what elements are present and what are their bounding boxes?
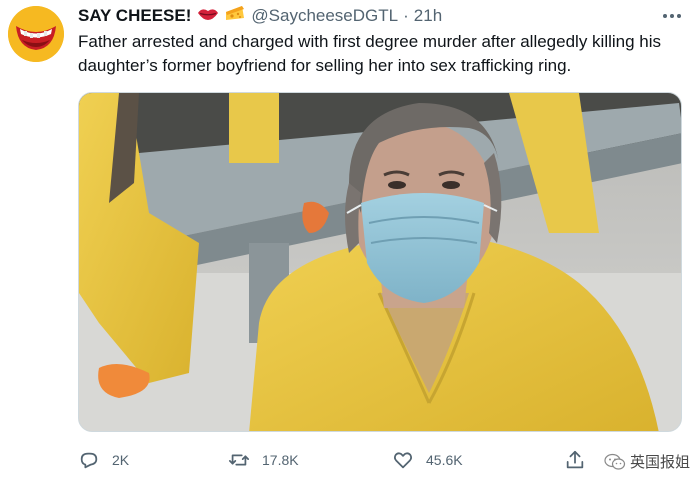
say-cheese-logo-icon xyxy=(8,6,64,62)
wechat-icon xyxy=(604,453,626,470)
reply-button[interactable]: 2K xyxy=(78,446,129,474)
separator-dot: · xyxy=(403,6,409,25)
avatar[interactable] xyxy=(8,6,64,62)
more-options-button[interactable] xyxy=(660,6,684,26)
tweet: SAY CHEESE! @SaycheeseDGTL · 21h Father … xyxy=(0,0,700,480)
reply-icon xyxy=(80,452,98,469)
handle[interactable]: @SaycheeseDGTL xyxy=(251,4,398,28)
retweet-count: 17.8K xyxy=(262,452,299,468)
share-icon xyxy=(566,450,584,469)
watermark: 英国报姐 xyxy=(604,451,690,472)
lips-icon xyxy=(197,4,219,28)
tweet-photo[interactable] xyxy=(78,92,682,432)
like-button[interactable]: 45.6K xyxy=(392,446,463,474)
more-icon xyxy=(663,14,681,18)
cheese-icon xyxy=(225,4,245,29)
tweet-header: SAY CHEESE! @SaycheeseDGTL · 21h xyxy=(78,4,442,28)
tweet-text: Father arrested and charged with first d… xyxy=(78,32,662,75)
photo-illustration xyxy=(79,93,681,431)
watermark-text: 英国报姐 xyxy=(629,454,690,471)
heart-icon xyxy=(393,452,413,469)
like-count: 45.6K xyxy=(426,452,463,468)
share-button[interactable] xyxy=(564,446,586,474)
retweet-icon xyxy=(228,454,250,466)
timestamp[interactable]: 21h xyxy=(414,4,442,28)
display-name[interactable]: SAY CHEESE! xyxy=(78,4,191,28)
retweet-button[interactable]: 17.8K xyxy=(228,446,299,474)
tweet-actions: 2K 17.8K 45.6K xyxy=(78,446,688,474)
reply-count: 2K xyxy=(112,452,130,468)
